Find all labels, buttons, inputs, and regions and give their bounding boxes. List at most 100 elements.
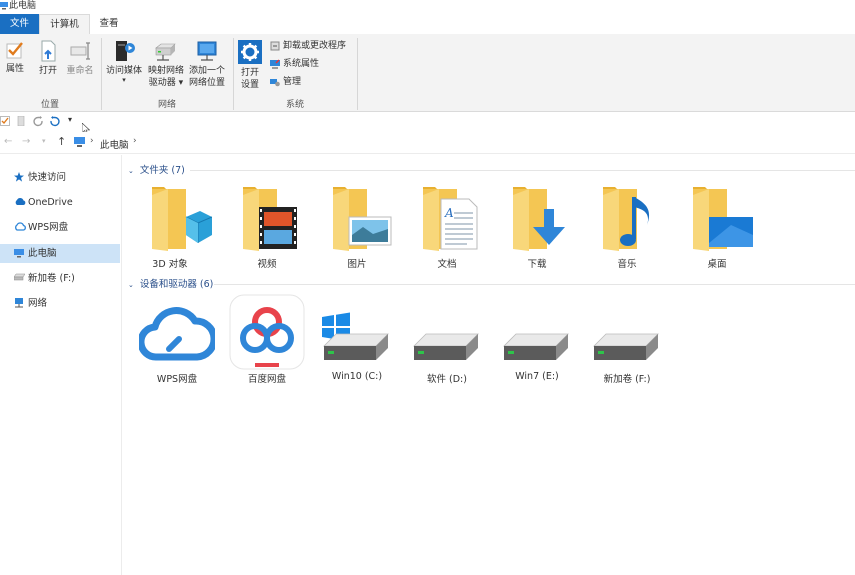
back-arrow-icon[interactable]: ← <box>4 136 12 147</box>
group-system-label: 系统 <box>285 100 304 110</box>
nav-item-wps-cloud[interactable]: WPS网盘 <box>0 218 120 237</box>
dropdown-arrow-icon: ▾ <box>178 78 184 88</box>
folder-downloads[interactable]: 下载 <box>497 185 577 271</box>
folder-label: 桌面 <box>707 259 727 270</box>
nav-label: 网络 <box>28 298 48 309</box>
access-media-button[interactable]: 访问媒体 ▾ <box>104 40 144 84</box>
section-divider <box>214 284 855 285</box>
open-settings-button[interactable]: 打开 设置 <box>236 40 264 91</box>
add-location-line2: 网络位置 <box>188 78 225 88</box>
device-baidu-cloud[interactable]: 百度网盘 <box>227 294 307 385</box>
folder-pictures[interactable]: 图片 <box>317 185 397 271</box>
wps-cloud-icon <box>139 307 215 361</box>
manage-icon <box>270 78 280 86</box>
recent-locations-icon[interactable]: ▾ <box>42 137 46 145</box>
folder-desktop[interactable]: 桌面 <box>677 185 757 271</box>
new-folder-quick-icon[interactable] <box>17 116 25 126</box>
map-drive-line2: 驱动器 ▾ <box>148 78 184 88</box>
customize-toolbar-icon[interactable]: ▾ <box>68 115 72 124</box>
nav-label: WPS网盘 <box>28 222 69 233</box>
hard-drive-icon <box>593 333 659 360</box>
nav-label: 此电脑 <box>28 248 57 259</box>
folder-label: 视频 <box>257 259 277 270</box>
folder-label: 下载 <box>527 259 547 270</box>
network-location-icon <box>197 41 217 61</box>
network-icon <box>15 298 23 308</box>
tab-computer[interactable]: 计算机 <box>39 14 90 34</box>
system-properties-icon <box>270 59 280 68</box>
hard-drive-icon <box>413 333 479 360</box>
drive-new-volume-f[interactable]: 新加卷 (F:) <box>587 295 667 385</box>
nav-item-onedrive[interactable]: OneDrive <box>0 193 120 212</box>
computer-icon <box>14 249 24 258</box>
navigation-bar: ← → ▾ ↑ › 此电脑 › <box>0 132 855 154</box>
nav-label: 新加卷 (F:) <box>28 273 75 284</box>
nav-label: OneDrive <box>28 197 73 208</box>
nav-item-network[interactable]: 网络 <box>0 294 120 313</box>
device-label: 新加卷 (F:) <box>603 374 651 385</box>
network-drive-icon <box>155 43 176 61</box>
folder-music[interactable]: 音乐 <box>587 185 667 271</box>
map-network-drive-button[interactable]: 映射网络 驱动器 ▾ <box>145 40 187 89</box>
wps-cloud-icon <box>15 222 26 231</box>
computer-icon <box>0 2 8 10</box>
folders-section-header[interactable]: ⌄ 文件夹 (7) <box>128 162 185 176</box>
folder-3d-objects[interactable]: 3D 对象 <box>130 185 212 271</box>
properties-quick-icon[interactable] <box>0 116 10 126</box>
add-network-location-button[interactable]: 添加一个 网络位置 <box>187 40 227 89</box>
folder-label: 音乐 <box>617 259 637 270</box>
gear-icon <box>238 40 262 64</box>
manage-label: 管理 <box>283 77 302 87</box>
redo-icon[interactable] <box>33 116 44 127</box>
navigation-pane: 快速访问 OneDrive WPS网盘 此电脑 新加卷 (F:) 网络 <box>0 155 122 575</box>
forward-arrow-icon[interactable]: → <box>22 136 30 147</box>
uninstall-programs-button[interactable]: 卸载或更改程序 <box>270 40 346 52</box>
drive-software-d[interactable]: 软件 (D:) <box>407 295 487 385</box>
drive-win10-c[interactable]: Win10 (C:) <box>317 295 397 385</box>
device-label: WPS网盘 <box>156 374 198 385</box>
add-location-line1: 添加一个 <box>188 66 225 76</box>
breadcrumb-this-pc[interactable]: 此电脑 <box>100 137 129 151</box>
nav-item-new-volume[interactable]: 新加卷 (F:) <box>0 269 120 288</box>
dropdown-arrow-icon: ▾ <box>122 76 126 84</box>
up-arrow-icon[interactable]: ↑ <box>57 135 66 148</box>
documents-folder-icon: A <box>423 187 478 251</box>
device-label: 软件 (D:) <box>427 374 467 385</box>
hard-drive-icon <box>503 333 569 360</box>
desktop-folder-icon <box>693 187 753 251</box>
rename-button[interactable]: 重命名 <box>63 40 97 77</box>
group-separator <box>357 38 358 110</box>
chevron-down-icon: ⌄ <box>128 281 134 289</box>
window-title: 此电脑 <box>9 1 37 11</box>
device-label: Win7 (E:) <box>515 371 559 382</box>
baidu-cloud-icon <box>229 294 305 370</box>
group-network-label: 网络 <box>157 100 176 110</box>
manage-button[interactable]: 管理 <box>270 76 301 88</box>
folder-documents[interactable]: A 文档 <box>407 185 487 271</box>
section-divider <box>190 170 855 171</box>
tab-view[interactable]: 查看 <box>90 14 128 34</box>
properties-button[interactable]: 属性 <box>3 40 27 75</box>
tab-file[interactable]: 文件 <box>0 14 39 34</box>
group-location-label: 位置 <box>40 100 59 110</box>
drive-win7-e[interactable]: Win7 (E:) <box>497 295 577 385</box>
devices-section-header[interactable]: ⌄ 设备和驱动器 (6) <box>128 276 213 290</box>
device-label: Win10 (C:) <box>331 371 383 382</box>
open-button[interactable]: 打开 <box>35 40 61 77</box>
music-folder-icon <box>603 187 650 251</box>
device-wps-cloud[interactable]: WPS网盘 <box>137 295 217 385</box>
system-properties-label: 系统属性 <box>283 59 320 69</box>
undo-icon[interactable] <box>49 116 60 127</box>
nav-item-this-pc[interactable]: 此电脑 <box>0 244 120 263</box>
nav-item-quick-access[interactable]: 快速访问 <box>0 168 120 187</box>
folder-videos[interactable]: 视频 <box>227 185 307 271</box>
rename-icon <box>70 42 90 60</box>
map-drive-line1: 映射网络 <box>147 66 184 76</box>
system-properties-button[interactable]: 系统属性 <box>270 58 319 70</box>
ribbon: 属性 打开 重命名 位置 访问媒体 ▾ 映射网络 驱动器 ▾ 添加一个 网络位置… <box>0 34 855 112</box>
breadcrumb-separator[interactable]: › <box>133 136 137 146</box>
star-icon <box>14 172 24 182</box>
open-document-icon <box>41 40 56 62</box>
open-settings-line1: 打开 <box>240 68 259 78</box>
properties-label: 属性 <box>5 64 24 74</box>
